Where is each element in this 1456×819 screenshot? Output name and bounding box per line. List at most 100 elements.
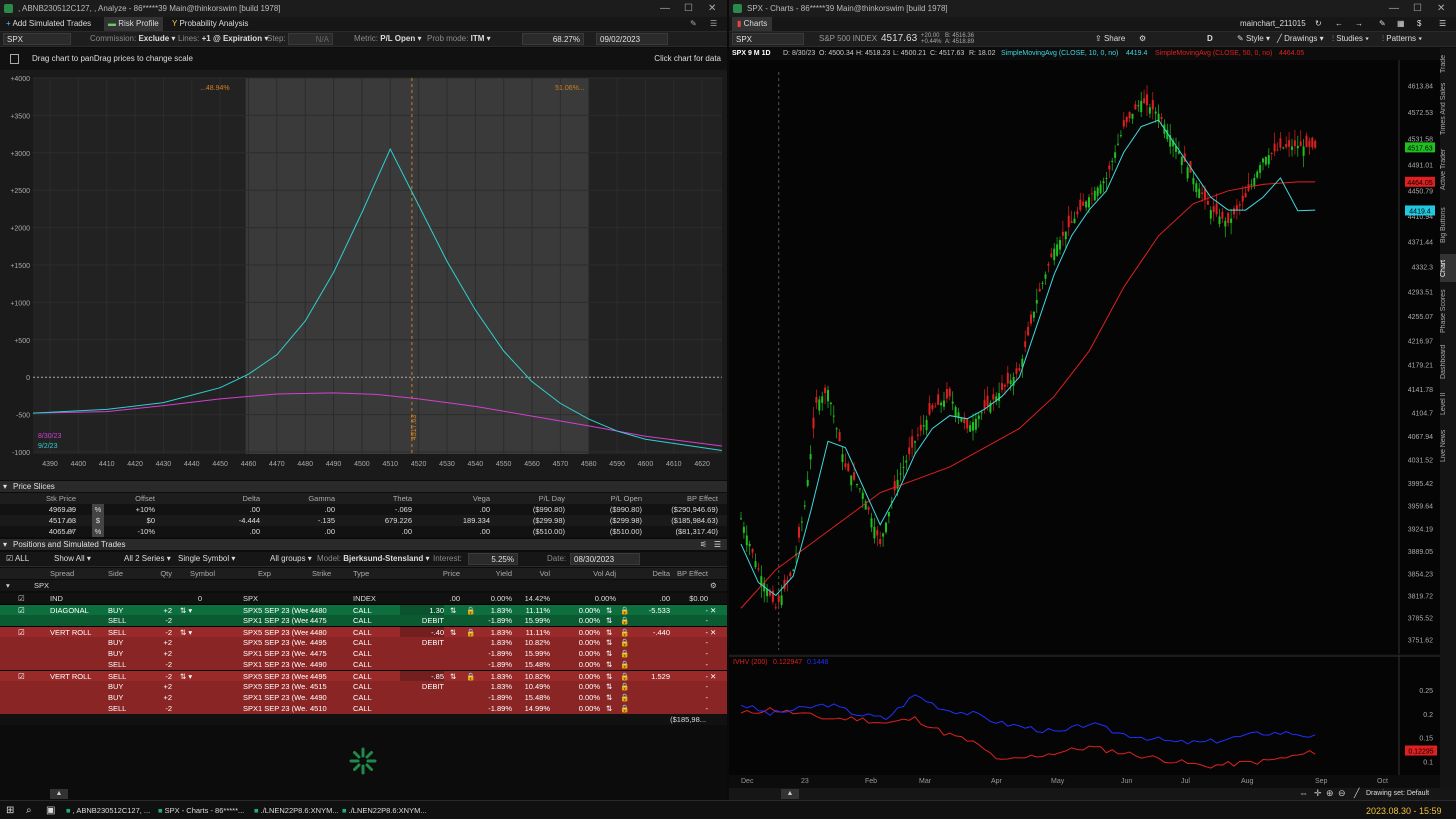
qty-cell[interactable]: -2: [150, 615, 172, 626]
price-slice-cell[interactable]: -10%: [105, 526, 155, 537]
groups-dropdown[interactable]: All groups ▾: [270, 552, 312, 566]
maximize-icon[interactable]: ☐: [684, 0, 693, 17]
position-row[interactable]: BUY +2 SPX 5 SEP 23 (We... 4495 CALL DEBIT 1.83…: [0, 637, 727, 648]
commission-control[interactable]: Commission: Exclude ▾: [90, 32, 175, 46]
position-row[interactable]: BUY +2 SPX 1 SEP 23 (We... 4490 CALL -1.89% 15.…: [0, 692, 727, 703]
offset-type-button[interactable]: $: [92, 515, 104, 526]
pin-icon[interactable]: ✎: [1379, 17, 1386, 31]
symbol-input[interactable]: SPX: [3, 33, 71, 45]
period-button[interactable]: D: [1207, 32, 1213, 46]
strike-cell[interactable]: 4490: [310, 692, 346, 703]
price-cell[interactable]: DEBIT: [400, 681, 444, 692]
lock-icon[interactable]: 🔒: [620, 659, 629, 670]
interest-input[interactable]: 5.25%: [468, 553, 518, 565]
vol-adj-cell[interactable]: 0.00%: [560, 615, 600, 626]
index-row[interactable]: ☑ IND 0 SPX INDEX .00 0.00% 14.42% 0.00% .00 $0.00: [0, 593, 727, 604]
side-tab-times-and-sales[interactable]: Times And Sales: [1440, 78, 1456, 140]
step-input[interactable]: N/A: [288, 33, 333, 45]
side-cell[interactable]: SELL: [108, 703, 138, 714]
stepper-icon[interactable]: ⇅: [606, 703, 612, 714]
taskbar-item-charts[interactable]: ■ SPX - Charts - 86*****...: [158, 804, 250, 818]
drawing-set-label[interactable]: Drawing set: Default: [1366, 790, 1429, 797]
side-cell[interactable]: BUY: [108, 692, 138, 703]
vol-adj-cell[interactable]: 0.00%: [560, 681, 600, 692]
taskbar-item-analyze[interactable]: ■ , ABNB230512C127, ...: [66, 804, 154, 818]
qty-cell[interactable]: -2: [150, 703, 172, 714]
symbol-dropdown[interactable]: Single Symbol ▾: [178, 552, 235, 566]
chart-name[interactable]: mainchart_211015: [1240, 17, 1306, 31]
stepper-icon[interactable]: ⇅: [606, 648, 612, 659]
close-icon[interactable]: ✕: [1437, 0, 1445, 17]
price-slices-header[interactable]: ▾ Price Slices: [0, 481, 727, 492]
all-checkbox[interactable]: ☑ ALL: [6, 552, 29, 566]
price-slice-cell[interactable]: $0: [105, 515, 155, 526]
exp-cell[interactable]: 1 SEP 23 (We...: [258, 692, 308, 703]
maximize-icon[interactable]: ☐: [1413, 0, 1422, 17]
metric-control[interactable]: Metric: P/L Open ▾: [354, 32, 421, 46]
exp-cell[interactable]: 1 SEP 23 (We...: [258, 648, 308, 659]
side-tab-live-news[interactable]: Live News: [1440, 424, 1456, 468]
search-icon[interactable]: ⌕: [26, 804, 32, 818]
date-input[interactable]: 09/02/2023: [596, 33, 668, 45]
side-tab-dashboard[interactable]: Dashboard: [1440, 340, 1456, 384]
type-cell[interactable]: CALL: [353, 692, 393, 703]
tab-add-simulated-trades[interactable]: + Add Simulated Trades: [6, 17, 91, 31]
price-slice-row[interactable]: 4969.39 +10% .00.00 -.069.00 ($990.80) ($990.…: [0, 504, 727, 515]
price-cell[interactable]: DEBIT: [400, 637, 444, 648]
menu-icon[interactable]: ☰: [1439, 17, 1446, 31]
forward-icon[interactable]: →: [1355, 17, 1363, 31]
stepper-icon[interactable]: ⇅: [606, 692, 612, 703]
positions-date-input[interactable]: 08/30/2023: [570, 553, 640, 565]
tab-probability-analysis[interactable]: Y Probability Analysis: [172, 17, 248, 31]
lock-icon[interactable]: 🔒: [620, 615, 629, 626]
ivhv-chart[interactable]: IVHV (200) 0.122947 0.1448 0.25 0.2 0.15 0.1 0.…: [729, 655, 1440, 775]
qty-cell[interactable]: +2: [150, 637, 172, 648]
show-all-dropdown[interactable]: Show All ▾: [54, 552, 91, 566]
qty-cell[interactable]: +2: [150, 681, 172, 692]
zoom-out-icon[interactable]: ⊖: [1338, 788, 1346, 799]
qty-cell[interactable]: +2: [150, 648, 172, 659]
share-button[interactable]: ⇪ Share: [1095, 32, 1125, 46]
stepper-icon[interactable]: ▴▾: [66, 515, 74, 526]
price-chart[interactable]: 4613.844572.534531.584491.014450.794410.…: [729, 60, 1440, 654]
side-cell[interactable]: SELL: [108, 659, 138, 670]
lock-icon[interactable]: 🔒: [620, 692, 629, 703]
grid-icon[interactable]: ▦: [1397, 17, 1405, 31]
vol-adj-cell[interactable]: 0.00%: [560, 648, 600, 659]
stepper-icon[interactable]: ⇅: [606, 637, 612, 648]
price-cell[interactable]: DEBIT: [400, 615, 444, 626]
strike-cell[interactable]: 4495: [310, 637, 346, 648]
type-cell[interactable]: CALL: [353, 659, 393, 670]
price-slice-row[interactable]: 4065.87 -10% .00.00.00.00 ($510.00) ($510.00…: [0, 526, 727, 537]
back-icon[interactable]: ←: [1335, 17, 1343, 31]
lock-icon[interactable]: 🔒: [620, 681, 629, 692]
studies-button[interactable]: ⫶ Studies ▾: [1332, 32, 1369, 46]
stepper-icon[interactable]: ▴▾: [66, 526, 74, 537]
lock-icon[interactable]: 🔒: [620, 637, 629, 648]
task-view-icon[interactable]: ▣: [46, 804, 55, 818]
close-icon[interactable]: ✕: [708, 0, 716, 17]
taskbar-item-lnen-1[interactable]: ■ ./LNEN22P8.6:XNYM...: [254, 804, 338, 818]
price-slice-cell[interactable]: +10%: [105, 504, 155, 515]
lock-icon[interactable]: 🔒: [620, 648, 629, 659]
positions-header[interactable]: ▾ Positions and Simulated Trades ⚟ ☰: [0, 539, 727, 550]
crosshair-icon[interactable]: ✛: [1314, 788, 1322, 799]
analyze-titlebar[interactable]: , ABNB230512C127, , Analyze - 86*****39 …: [0, 0, 727, 17]
qty-cell[interactable]: -2: [150, 659, 172, 670]
time-axis[interactable]: Dec 23 Feb Mar Apr May Jun Jul Aug Sep Oct: [729, 776, 1440, 787]
checkbox-icon[interactable]: ☑: [18, 593, 25, 604]
settings-icon[interactable]: ⚙: [1139, 32, 1146, 46]
vol-adj-cell[interactable]: 0.00%: [560, 659, 600, 670]
lines-control[interactable]: Lines: +1 @ Expiration ▾: [178, 32, 268, 46]
position-row[interactable]: BUY +2 SPX 1 SEP 23 (We... 4475 CALL -1.89% 15.…: [0, 648, 727, 659]
offset-type-button[interactable]: %: [92, 526, 104, 537]
stepper-icon[interactable]: ▴▾: [66, 504, 74, 515]
exp-cell[interactable]: 1 SEP 23 (We...: [258, 659, 308, 670]
collapse-icon[interactable]: ▾: [6, 580, 10, 591]
menu-icon[interactable]: ⚟: [700, 539, 707, 550]
dollar-icon[interactable]: $: [1417, 17, 1421, 31]
strike-cell[interactable]: 4510: [310, 703, 346, 714]
probability-percent-input[interactable]: 68.27%: [522, 33, 584, 45]
qty-cell[interactable]: +2: [150, 692, 172, 703]
risk-profile-chart[interactable]: 4390 4400 4410 4420 4430 4440 4450 4460 4470 4480…: [0, 70, 727, 480]
